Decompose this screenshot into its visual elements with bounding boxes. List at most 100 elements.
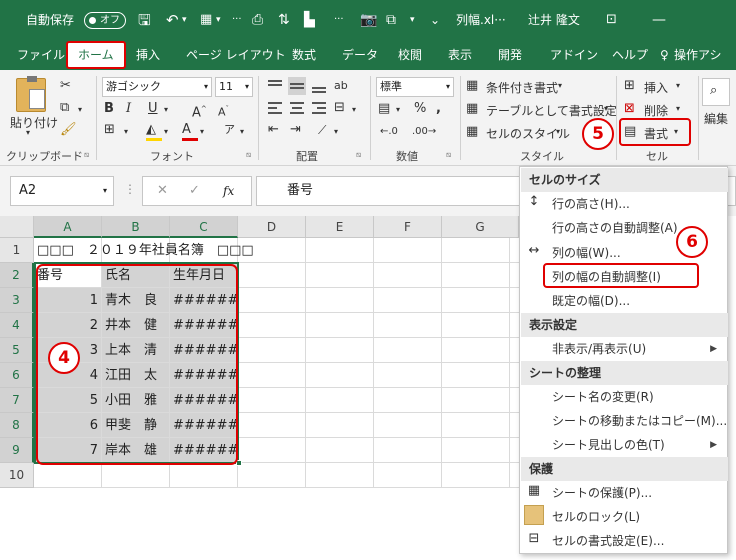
borders-dropdown-icon[interactable]: ▾ <box>216 0 221 40</box>
decrease-decimal-icon[interactable]: .00→ <box>412 124 436 140</box>
borders-icon[interactable]: ▦ <box>200 0 212 40</box>
tab-tell-me[interactable]: 操作アシ <box>674 40 722 70</box>
comma-style-icon[interactable]: , <box>436 101 441 117</box>
number-format-combo[interactable]: 標準 ▾ <box>376 77 454 97</box>
delete-cells-button[interactable]: 削除 <box>644 102 668 119</box>
row-header[interactable]: 10 <box>0 463 34 488</box>
format-button[interactable]: 書式 <box>644 125 668 142</box>
merge-dropdown-icon[interactable]: ▾ <box>352 102 356 118</box>
underline-icon[interactable]: U <box>148 101 158 117</box>
qat-overflow-icon[interactable]: ⌄ <box>430 0 440 40</box>
sort-icon[interactable]: ⇅ <box>278 0 290 40</box>
bold-icon[interactable]: B <box>104 101 114 117</box>
tab-insert[interactable]: 挿入 <box>136 40 160 70</box>
row-header[interactable]: 3 <box>0 288 34 313</box>
percent-icon[interactable]: % <box>414 101 426 117</box>
italic-icon[interactable]: I <box>126 101 131 117</box>
undo-icon[interactable]: ↶ <box>166 0 179 40</box>
tab-developer[interactable]: 開発 <box>498 40 522 70</box>
font-name-combo[interactable]: 游ゴシック ▾ <box>102 77 212 97</box>
copy-dropdown-icon[interactable]: ▾ <box>78 102 82 118</box>
insert-function-icon[interactable]: fx <box>223 177 234 205</box>
paste-button[interactable]: 貼り付け <box>10 114 58 131</box>
orientation-dropdown-icon[interactable]: ▾ <box>334 124 338 140</box>
tab-view[interactable]: 表示 <box>448 40 472 70</box>
ribbon-display-icon[interactable]: ⊡ <box>606 0 617 40</box>
print-preview-icon[interactable]: ⎙ <box>252 0 263 40</box>
row-header[interactable]: 2 <box>0 263 34 288</box>
qat-more-icon[interactable]: ··· <box>232 0 242 40</box>
menu-item-default-width[interactable]: 既定の幅(D)... <box>552 289 726 313</box>
qat-customize-icon[interactable]: ▾ <box>410 0 415 40</box>
menu-item-rename-sheet[interactable]: シート名の変更(R) <box>552 385 726 409</box>
decrease-font-icon[interactable]: Aˇ <box>218 101 229 121</box>
align-right-icon[interactable] <box>310 99 328 117</box>
align-left-icon[interactable] <box>266 99 284 117</box>
tab-formulas[interactable]: 数式 <box>292 40 316 70</box>
qat-more2-icon[interactable]: ··· <box>334 0 344 40</box>
increase-font-icon[interactable]: A^ <box>192 101 207 121</box>
tab-home[interactable]: ホーム <box>66 41 126 69</box>
minimize-icon[interactable]: — <box>652 0 666 40</box>
tab-data[interactable]: データ <box>342 40 378 70</box>
conditional-format-button[interactable]: 条件付き書式 <box>486 79 558 96</box>
column-header[interactable]: D <box>238 216 306 238</box>
menu-item-hide-unhide[interactable]: 非表示/再表示(U) <box>552 337 726 361</box>
table-format-button[interactable]: テーブルとして書式設定 <box>486 102 617 119</box>
screenshot-icon[interactable]: ⧉ <box>386 0 396 40</box>
tab-addins[interactable]: アドイン <box>550 40 598 70</box>
row-header[interactable]: 8 <box>0 413 34 438</box>
paste-dropdown-icon[interactable]: ▾ <box>26 128 30 137</box>
accounting-dropdown-icon[interactable]: ▾ <box>396 102 400 118</box>
title-cell[interactable]: □□□ ２０１９年社員名簿 □□□ <box>34 238 334 263</box>
row-header[interactable]: 1 <box>0 238 34 263</box>
merge-center-icon[interactable]: ⊟ <box>334 100 345 116</box>
row-header[interactable]: 4 <box>0 313 34 338</box>
menu-item-tab-color[interactable]: シート見出しの色(T) <box>552 433 726 457</box>
cancel-icon[interactable]: ✕ <box>157 177 168 205</box>
accounting-icon[interactable]: ▤ <box>378 101 390 117</box>
column-header[interactable]: B <box>102 216 170 238</box>
name-box[interactable]: A2 ▾ <box>10 176 114 206</box>
number-launcher-icon[interactable]: ⧅ <box>446 150 451 160</box>
orientation-icon[interactable]: ⟋ <box>318 122 326 138</box>
borders-dropdown-icon[interactable]: ▾ <box>124 124 128 140</box>
insert-cells-button[interactable]: 挿入 <box>644 79 668 96</box>
tab-review[interactable]: 校閲 <box>398 40 422 70</box>
tab-help[interactable]: ヘルプ <box>612 40 648 70</box>
column-header[interactable]: E <box>306 216 374 238</box>
enter-icon[interactable]: ✓ <box>189 177 200 205</box>
column-header[interactable]: A <box>34 216 102 238</box>
select-all-corner[interactable] <box>0 216 34 238</box>
save-icon[interactable]: 🖫 <box>138 0 151 40</box>
menu-item-lock-cell[interactable]: セルのロック(L) <box>552 505 726 529</box>
search-icon[interactable]: ⌕ <box>702 78 730 106</box>
align-center-icon[interactable] <box>288 99 306 117</box>
row-header[interactable]: 6 <box>0 363 34 388</box>
align-middle-icon[interactable] <box>288 77 306 95</box>
clipboard-launcher-icon[interactable]: ⧅ <box>84 150 89 160</box>
phonetic-icon[interactable]: ア <box>224 122 235 138</box>
chart-icon[interactable]: ▙ <box>304 0 315 40</box>
increase-decimal-icon[interactable]: ←.0 <box>380 124 398 140</box>
autosave-toggle[interactable]: オフ <box>84 12 126 29</box>
paste-icon[interactable] <box>16 76 46 112</box>
menu-item-format-cells[interactable]: セルの書式設定(E)... <box>552 529 726 553</box>
user-name[interactable]: 辻井 隆文 <box>528 0 580 40</box>
menu-item-move-copy-sheet[interactable]: シートの移動またはコピー(M)... <box>552 409 727 433</box>
row-header[interactable]: 5 <box>0 338 34 363</box>
borders-icon[interactable]: ⊞ <box>104 122 115 138</box>
cut-icon[interactable]: ✂ <box>60 78 71 94</box>
wrap-text-icon[interactable]: ab <box>334 78 348 94</box>
font-color-icon[interactable]: A <box>182 122 191 138</box>
menu-item-row-height[interactable]: 行の高さ(H)... <box>552 192 726 216</box>
row-header[interactable]: 7 <box>0 388 34 413</box>
phonetic-dropdown-icon[interactable]: ▾ <box>240 124 244 140</box>
column-header[interactable]: F <box>374 216 442 238</box>
tab-file[interactable]: ファイル <box>17 40 65 70</box>
font-launcher-icon[interactable]: ⧅ <box>246 150 251 160</box>
undo-dropdown-icon[interactable]: ▾ <box>182 0 187 40</box>
underline-dropdown-icon[interactable]: ▾ <box>164 102 168 118</box>
fill-color-icon[interactable]: ◭ <box>146 122 156 138</box>
increase-indent-icon[interactable]: ⇥ <box>290 122 301 138</box>
